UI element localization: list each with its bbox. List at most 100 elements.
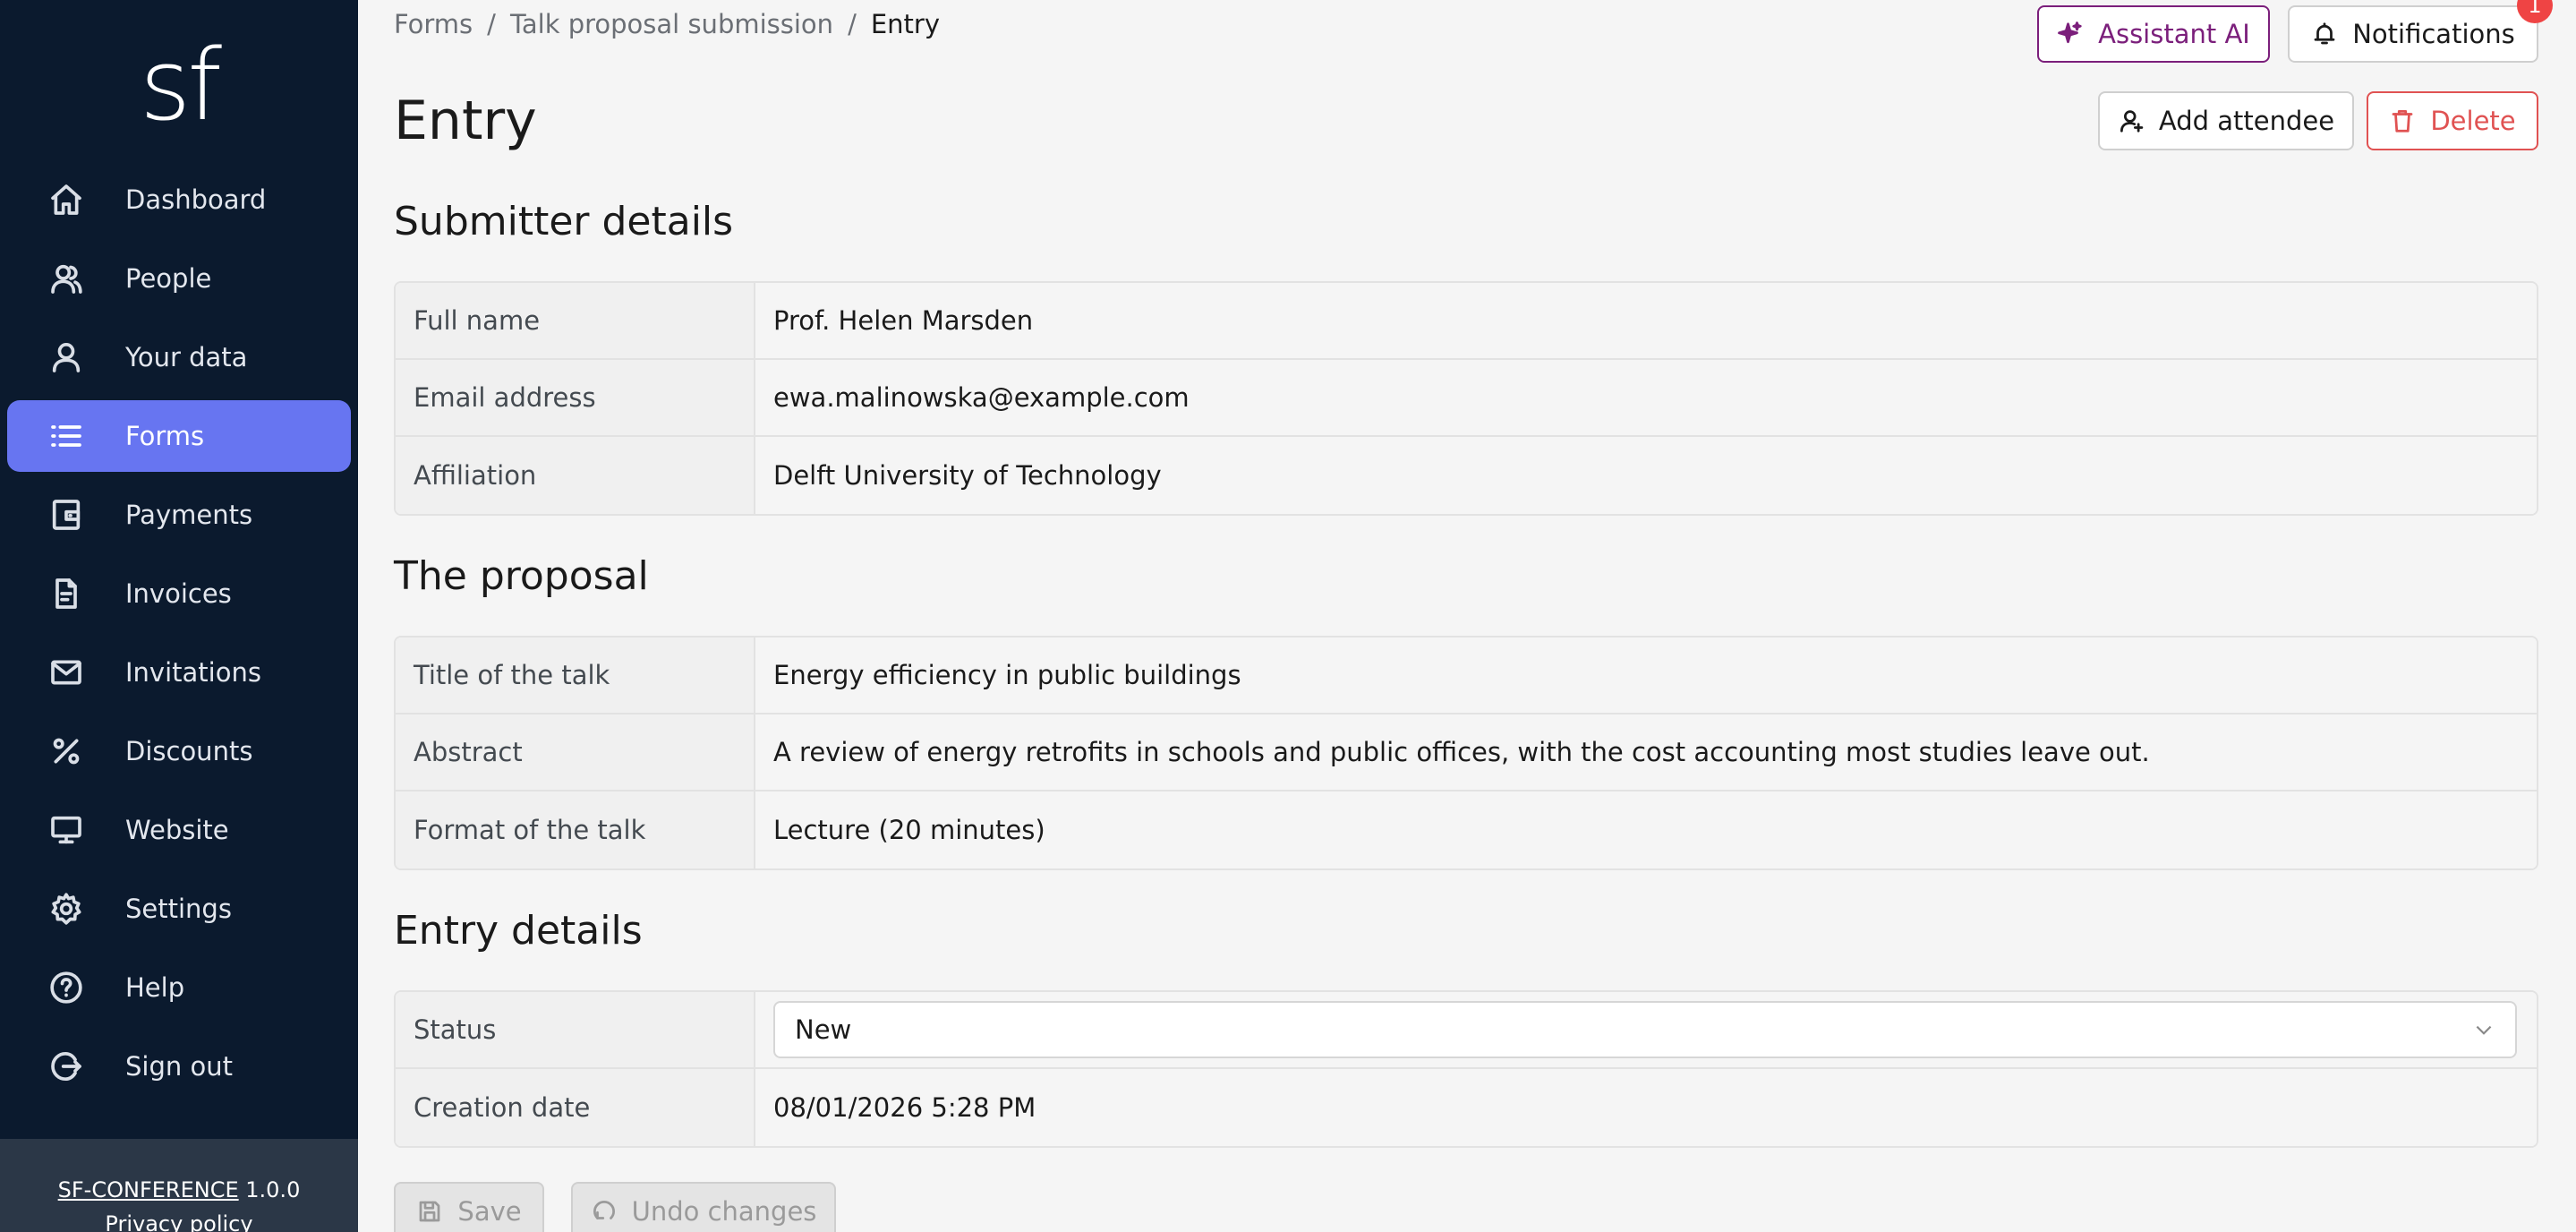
table-row: Title of the talk Energy efficiency in p… xyxy=(396,637,2537,714)
sidebar-item-discounts[interactable]: Discounts xyxy=(7,715,351,787)
sidebar-item-help[interactable]: Help xyxy=(7,952,351,1023)
user-icon xyxy=(47,338,86,377)
sidebar-item-your-data[interactable]: Your data xyxy=(7,321,351,393)
breadcrumb-current: Entry xyxy=(870,9,941,39)
sidebar-item-invoices[interactable]: Invoices xyxy=(7,558,351,629)
sidebar-item-label: Your data xyxy=(125,342,248,372)
floppy-disk-icon xyxy=(420,1201,440,1222)
breadcrumb-forms[interactable]: Forms xyxy=(394,9,473,39)
status-select[interactable]: New xyxy=(773,1001,2517,1058)
table-row: Status New xyxy=(396,992,2537,1069)
sidebar-item-label: Invoices xyxy=(125,578,232,609)
breadcrumb-separator: / xyxy=(848,9,857,39)
creation-date-value: 08/01/2026 5:28 PM xyxy=(755,1069,2537,1146)
proposal-heading: The proposal xyxy=(394,553,649,599)
sidebar-item-settings[interactable]: Settings xyxy=(7,873,351,945)
status-cell: New xyxy=(755,992,2537,1067)
status-label: Status xyxy=(396,992,755,1067)
version-line: SF-CONFERENCE 1.0.0 xyxy=(0,1173,358,1207)
people-icon xyxy=(47,259,86,298)
field-label: Title of the talk xyxy=(396,637,755,713)
monitor-icon xyxy=(47,810,86,850)
undo-changes-button[interactable]: Undo changes xyxy=(571,1182,836,1232)
delete-button[interactable]: Delete xyxy=(2367,91,2538,150)
notifications-label: Notifications xyxy=(2352,19,2515,49)
product-link[interactable]: SF-CONFERENCE xyxy=(58,1177,239,1202)
mail-icon xyxy=(47,653,86,692)
sidebar: sf Dashboard People Your data Forms Paym… xyxy=(0,0,358,1232)
sidebar-item-website[interactable]: Website xyxy=(7,794,351,866)
assistant-ai-button[interactable]: Assistant AI xyxy=(2037,5,2270,63)
field-label: Abstract xyxy=(396,714,755,790)
privacy-policy-link[interactable]: Privacy policy xyxy=(0,1207,358,1232)
field-label: Format of the talk xyxy=(396,791,755,868)
field-label: Email address xyxy=(396,360,755,435)
chevron-down-icon xyxy=(2476,1025,2492,1035)
version-text: 1.0.0 xyxy=(245,1177,301,1202)
field-value: Lecture (20 minutes) xyxy=(755,791,2537,868)
undo-changes-label: Undo changes xyxy=(631,1196,817,1227)
sidebar-item-forms[interactable]: Forms xyxy=(7,400,351,472)
wallet-icon xyxy=(47,495,86,535)
creation-date-label: Creation date xyxy=(396,1069,755,1146)
field-value: Delft University of Technology xyxy=(755,437,2537,514)
breadcrumb-talk-proposal-submission[interactable]: Talk proposal submission xyxy=(510,9,833,39)
gear-icon xyxy=(47,889,86,928)
percent-icon xyxy=(47,732,86,771)
sidebar-footer: SF-CONFERENCE 1.0.0 Privacy policy xyxy=(0,1139,358,1232)
sidebar-item-label: Website xyxy=(125,815,229,845)
table-row: Affiliation Delft University of Technolo… xyxy=(396,437,2537,514)
bell-icon xyxy=(2314,22,2335,45)
table-row: Abstract A review of energy retrofits in… xyxy=(396,714,2537,791)
table-row: Creation date 08/01/2026 5:28 PM xyxy=(396,1069,2537,1146)
sidebar-item-label: People xyxy=(125,263,212,294)
sign-out-icon xyxy=(47,1047,86,1086)
field-value: Energy efficiency in public buildings xyxy=(755,637,2537,713)
sidebar-item-people[interactable]: People xyxy=(7,243,351,314)
status-selected-value: New xyxy=(795,1014,852,1045)
breadcrumb: Forms / Talk proposal submission / Entry xyxy=(394,9,940,39)
list-icon xyxy=(47,416,86,456)
sidebar-item-label: Sign out xyxy=(125,1051,233,1082)
field-value: Prof. Helen Marsden xyxy=(755,283,2537,358)
assistant-ai-label: Assistant AI xyxy=(2098,19,2250,49)
sidebar-item-dashboard[interactable]: Dashboard xyxy=(7,164,351,235)
entry-details-table: Status New Creation date 08/01/2026 5:28… xyxy=(394,990,2538,1148)
sidebar-item-sign-out[interactable]: Sign out xyxy=(7,1031,351,1102)
breadcrumb-separator: / xyxy=(487,9,496,39)
sidebar-nav: Dashboard People Your data Forms Payment… xyxy=(7,164,351,1109)
field-label: Full name xyxy=(396,283,755,358)
delete-label: Delete xyxy=(2430,106,2516,136)
notifications-button[interactable]: Notifications xyxy=(2288,5,2538,63)
field-value: A review of energy retrofits in schools … xyxy=(755,714,2537,790)
proposal-table: Title of the talk Energy efficiency in p… xyxy=(394,636,2538,870)
sidebar-item-label: Discounts xyxy=(125,736,253,766)
entry-details-heading: Entry details xyxy=(394,908,643,954)
app-logo[interactable]: sf xyxy=(0,27,358,143)
add-attendee-label: Add attendee xyxy=(2158,106,2335,136)
sidebar-item-payments[interactable]: Payments xyxy=(7,479,351,551)
submitter-details-heading: Submitter details xyxy=(394,199,734,244)
sidebar-item-label: Help xyxy=(125,972,185,1003)
user-add-icon xyxy=(2120,110,2144,133)
sidebar-item-label: Invitations xyxy=(125,657,261,688)
sidebar-item-label: Payments xyxy=(125,500,253,530)
submitter-details-table: Full name Prof. Helen Marsden Email addr… xyxy=(394,281,2538,516)
add-attendee-button[interactable]: Add attendee xyxy=(2098,91,2354,150)
sidebar-item-label: Forms xyxy=(125,421,205,451)
save-button[interactable]: Save xyxy=(394,1182,544,1232)
home-icon xyxy=(47,180,86,219)
sidebar-item-label: Settings xyxy=(125,894,232,924)
sidebar-item-invitations[interactable]: Invitations xyxy=(7,637,351,708)
table-row: Full name Prof. Helen Marsden xyxy=(396,283,2537,360)
save-label: Save xyxy=(457,1196,522,1227)
sparkle-icon xyxy=(2058,21,2082,44)
table-row: Format of the talk Lecture (20 minutes) xyxy=(396,791,2537,868)
document-icon xyxy=(47,574,86,613)
field-value: ewa.malinowska@example.com xyxy=(755,360,2537,435)
table-row: Email address ewa.malinowska@example.com xyxy=(396,360,2537,437)
trash-icon xyxy=(2392,110,2413,133)
field-label: Affiliation xyxy=(396,437,755,514)
help-icon xyxy=(47,968,86,1007)
sidebar-item-label: Dashboard xyxy=(125,184,267,215)
